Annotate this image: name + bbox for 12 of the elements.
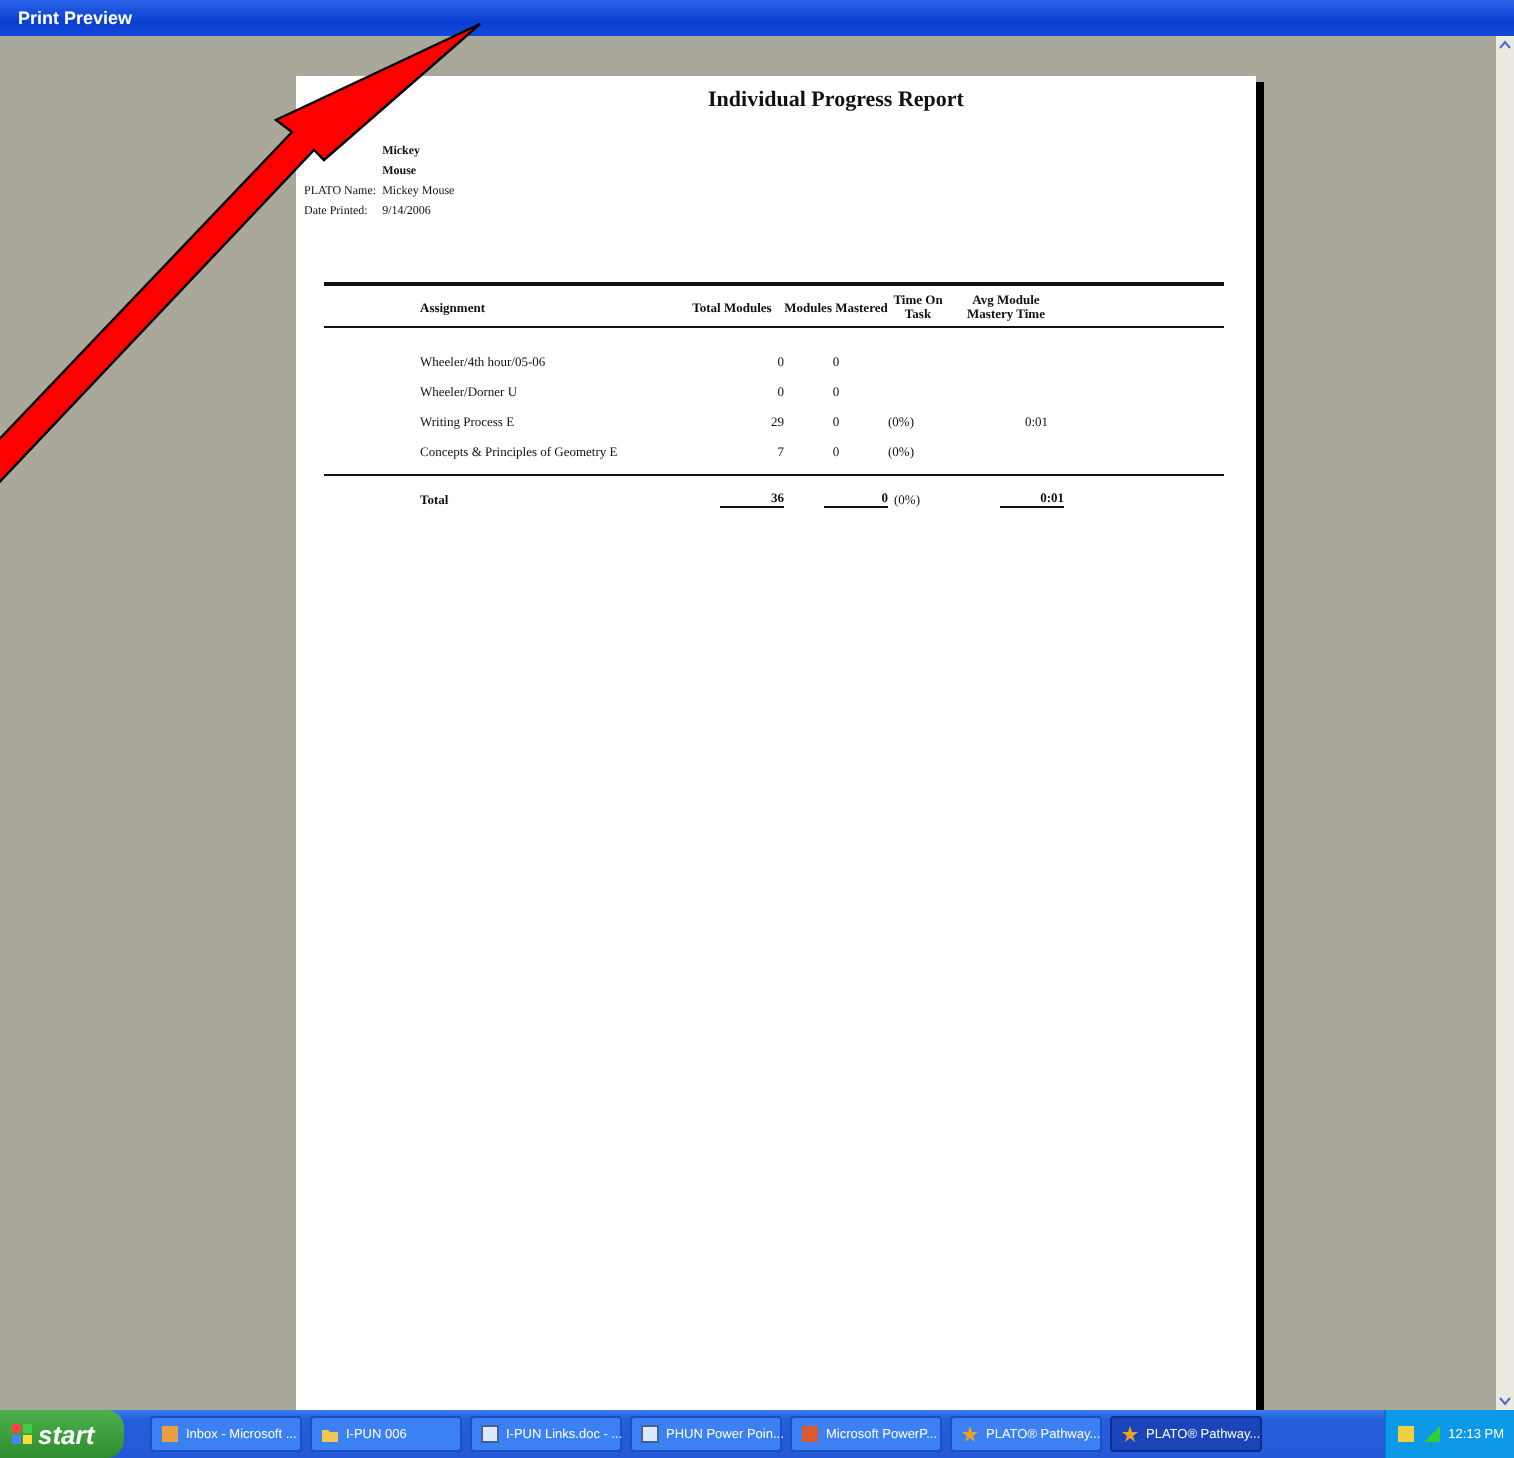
- folder-icon: [320, 1424, 340, 1444]
- windows-logo-icon: [12, 1424, 32, 1444]
- start-button[interactable]: start: [0, 1410, 124, 1458]
- scroll-down-icon[interactable]: [1496, 1392, 1514, 1410]
- report-title: Individual Progress Report: [706, 88, 966, 112]
- scrollbar[interactable]: [1496, 36, 1514, 1410]
- network-icon[interactable]: [1422, 1424, 1443, 1444]
- scroll-up-icon[interactable]: [1496, 36, 1514, 54]
- tray-app-icon[interactable]: [1396, 1424, 1417, 1444]
- star-icon: [960, 1424, 980, 1444]
- window-title: Print Preview: [18, 8, 133, 28]
- star-icon: [1120, 1424, 1140, 1444]
